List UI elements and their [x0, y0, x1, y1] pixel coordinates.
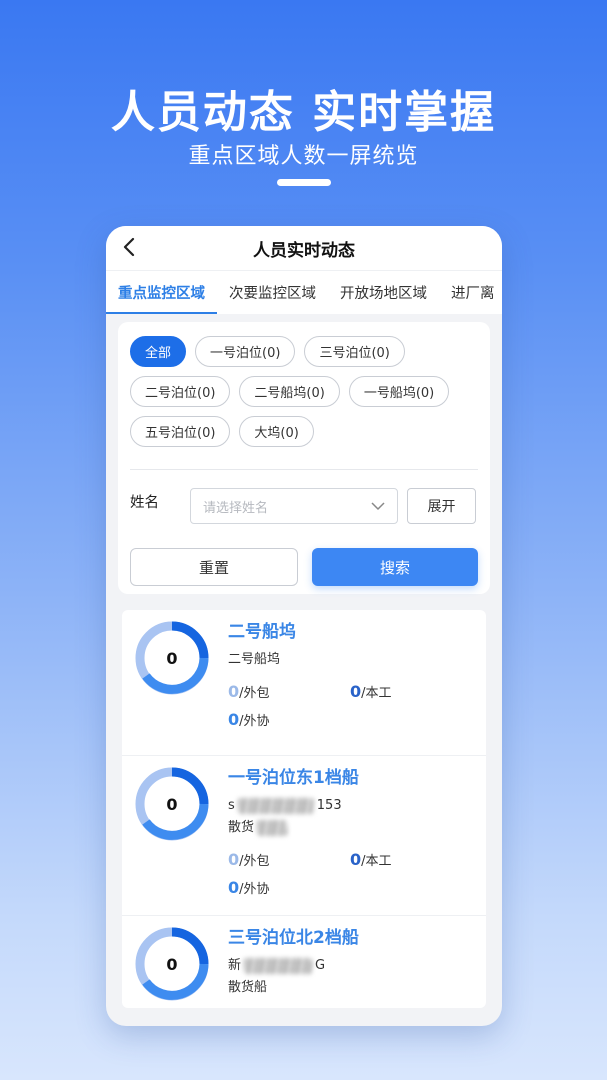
action-row: 重置 搜索 — [130, 548, 478, 586]
stat-label: /外协 — [239, 882, 270, 897]
hero-divider — [277, 179, 331, 186]
list-item[interactable]: 0 三号泊位北2档船 新G 散货船 — [122, 916, 486, 1008]
stat-cooperative: 0/外协 — [228, 874, 350, 902]
chip-berth-3[interactable]: 三号泊位(0) — [304, 336, 405, 367]
name-filter-row: 姓名 请选择姓名 展开 — [130, 488, 478, 524]
stat-label: /本工 — [361, 686, 392, 701]
tab-open-site[interactable]: 开放场地区域 — [328, 271, 439, 314]
stat-outsourced: 0/外包 — [228, 678, 350, 706]
stat-label: /外协 — [239, 714, 270, 729]
item-type-label: 散货 — [228, 820, 255, 835]
chip-dock-1[interactable]: 一号船坞(0) — [348, 376, 450, 407]
stat-value: 0 — [228, 710, 240, 729]
name-select-placeholder: 请选择姓名 — [203, 500, 269, 516]
stat-value: 0 — [228, 682, 240, 701]
chip-berth-5[interactable]: 五号泊位(0) — [130, 416, 231, 447]
item-title: 一号泊位东1档船 — [228, 768, 359, 788]
stat-outsourced: 0/外包 — [228, 846, 350, 874]
stat-value: 0 — [350, 850, 362, 869]
chevron-left-icon[interactable] — [120, 236, 140, 258]
phone-screen: 人员实时动态 重点监控区域 次要监控区域 开放场地区域 进厂离 全部 一号泊位(… — [106, 226, 502, 1026]
item-type: 散货 — [228, 818, 486, 838]
list-item[interactable]: 0 二号船坞 二号船坞 0/外包 0/本工 0/外协 — [122, 610, 486, 756]
item-title: 二号船坞 — [228, 622, 296, 642]
name-select[interactable]: 请选择姓名 — [190, 488, 398, 524]
item-subtitle: s 153 — [228, 796, 486, 816]
count-value: 0 — [166, 794, 178, 814]
count-value: 0 — [166, 954, 178, 974]
nav-bar: 人员实时动态 — [106, 226, 502, 270]
stat-value: 0 — [228, 850, 240, 869]
stat-label: /外包 — [239, 854, 270, 869]
redacted-text — [244, 957, 313, 974]
area-list: 0 二号船坞 二号船坞 0/外包 0/本工 0/外协 0 一号泊位东1档船 s … — [122, 610, 486, 1008]
stat-staff: 0/本工 — [350, 846, 472, 874]
item-subtitle-prefix: s — [228, 798, 235, 813]
stat-value: 0 — [228, 878, 240, 897]
divider — [130, 469, 478, 470]
region-tabs: 重点监控区域 次要监控区域 开放场地区域 进厂离 — [106, 270, 502, 314]
page-title: 人员实时动态 — [253, 240, 355, 261]
redacted-text — [237, 797, 314, 814]
item-subtitle-prefix: 新 — [228, 958, 242, 973]
hero-title: 人员动态 实时掌握 — [110, 87, 497, 138]
item-title: 三号泊位北2档船 — [228, 928, 359, 948]
chip-all[interactable]: 全部 — [130, 336, 187, 367]
item-type: 散货船 — [228, 980, 268, 995]
chevron-down-icon — [371, 502, 385, 511]
search-button[interactable]: 搜索 — [312, 548, 478, 586]
stat-value: 0 — [350, 682, 362, 701]
stat-label: /外包 — [239, 686, 270, 701]
redacted-text — [257, 819, 288, 836]
reset-button[interactable]: 重置 — [130, 548, 298, 586]
list-item[interactable]: 0 一号泊位东1档船 s 153 散货 0/外包 0/本工 0/外协 — [122, 756, 486, 916]
chip-berth-1[interactable]: 一号泊位(0) — [195, 336, 296, 367]
hero-subtitle: 重点区域人数一屏统览 — [188, 144, 419, 169]
chip-berth-2[interactable]: 二号泊位(0) — [130, 376, 231, 407]
tab-factory-entry[interactable]: 进厂离 — [439, 271, 502, 314]
stat-label: /本工 — [361, 854, 392, 869]
item-subtitle: 二号船坞 — [228, 652, 281, 667]
item-subtitle-suffix: 153 — [316, 798, 342, 813]
area-chips: 全部 一号泊位(0) 三号泊位(0) 二号泊位(0) 二号船坞(0) 一号船坞(… — [130, 336, 478, 447]
expand-button[interactable]: 展开 — [407, 488, 476, 524]
stat-cooperative: 0/外协 — [228, 706, 350, 734]
chip-big-dock[interactable]: 大坞(0) — [239, 416, 314, 447]
stat-staff: 0/本工 — [350, 678, 472, 706]
tab-secondary-monitoring[interactable]: 次要监控区域 — [217, 271, 328, 314]
tab-key-monitoring[interactable]: 重点监控区域 — [106, 271, 217, 314]
item-subtitle: 新G — [228, 956, 486, 976]
count-value: 0 — [166, 648, 178, 668]
chip-dock-2[interactable]: 二号船坞(0) — [239, 376, 340, 407]
name-label: 姓名 — [130, 494, 159, 511]
item-subtitle-suffix: G — [315, 958, 326, 973]
filter-panel: 全部 一号泊位(0) 三号泊位(0) 二号泊位(0) 二号船坞(0) 一号船坞(… — [118, 322, 490, 594]
